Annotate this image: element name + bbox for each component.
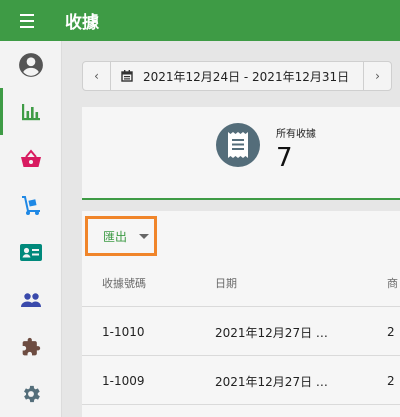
- all-receipts-label: 所有收據: [276, 129, 316, 140]
- dolly-icon: [22, 195, 40, 215]
- all-receipts-card[interactable]: 所有收據 7: [82, 107, 400, 200]
- receipts-table: 匯出 收據號碼 日期 商 1-1010 2021年12月27日 … 2 1-10…: [82, 211, 400, 417]
- puzzle-icon: [22, 337, 41, 355]
- main-content: ‹ 2021年12月24日 - 2021年12月31日 › 所有收據 7 匯出 …: [62, 41, 400, 417]
- chevron-right-icon: ›: [375, 69, 380, 83]
- sidebar: [0, 41, 62, 417]
- sidebar-item-employees[interactable]: [0, 276, 62, 323]
- date-range-field[interactable]: 2021年12月24日 - 2021年12月31日: [111, 62, 349, 90]
- table-row[interactable]: 1-1010 2021年12月27日 … 2: [82, 308, 400, 356]
- people-icon: [21, 292, 41, 307]
- gear-icon: [24, 385, 40, 402]
- top-app-bar: 收據: [0, 0, 400, 41]
- sidebar-item-sales[interactable]: [0, 135, 62, 182]
- column-header-receipt-no[interactable]: 收據號碼: [102, 259, 212, 307]
- sidebar-item-reports[interactable]: [0, 88, 62, 135]
- receipt-number: 1-1009: [102, 374, 145, 388]
- bar-chart-icon: [22, 103, 40, 120]
- export-label: 匯出: [103, 229, 128, 244]
- next-period-button[interactable]: ›: [363, 62, 391, 90]
- date-range-label: 2021年12月24日 - 2021年12月31日: [143, 69, 350, 84]
- date-range-selector: ‹ 2021年12月24日 - 2021年12月31日 ›: [82, 61, 392, 91]
- caret-down-icon: [139, 233, 150, 239]
- page-title: 收據: [65, 13, 99, 33]
- receipt-store: 2: [387, 374, 395, 388]
- table-header: 收據號碼 日期 商: [82, 259, 400, 307]
- receipt-icon: [216, 123, 260, 167]
- export-button[interactable]: 匯出: [85, 216, 157, 256]
- table-row[interactable]: 1-1009 2021年12月27日 … 2: [82, 357, 400, 405]
- previous-period-button[interactable]: ‹: [83, 62, 111, 90]
- shopping-basket-icon: [21, 148, 41, 167]
- calendar-icon: [121, 70, 133, 82]
- account-circle-icon: [19, 52, 43, 77]
- sidebar-item-addons[interactable]: [0, 323, 62, 370]
- receipt-date: 2021年12月27日 …: [215, 325, 328, 340]
- chevron-left-icon: ‹: [94, 69, 99, 83]
- column-header-store[interactable]: 商: [387, 259, 400, 307]
- contact-card-icon: [20, 244, 42, 261]
- receipt-date: 2021年12月27日 …: [215, 374, 328, 389]
- sidebar-item-account[interactable]: [0, 41, 62, 88]
- receipt-store: 2: [387, 325, 395, 339]
- sidebar-item-settings[interactable]: [0, 370, 62, 417]
- receipt-number: 1-1010: [102, 325, 145, 339]
- sidebar-item-customers[interactable]: [0, 229, 62, 276]
- sidebar-item-inventory[interactable]: [0, 182, 62, 229]
- menu-icon[interactable]: [20, 13, 42, 28]
- column-header-date[interactable]: 日期: [215, 259, 385, 307]
- all-receipts-count: 7: [276, 143, 293, 173]
